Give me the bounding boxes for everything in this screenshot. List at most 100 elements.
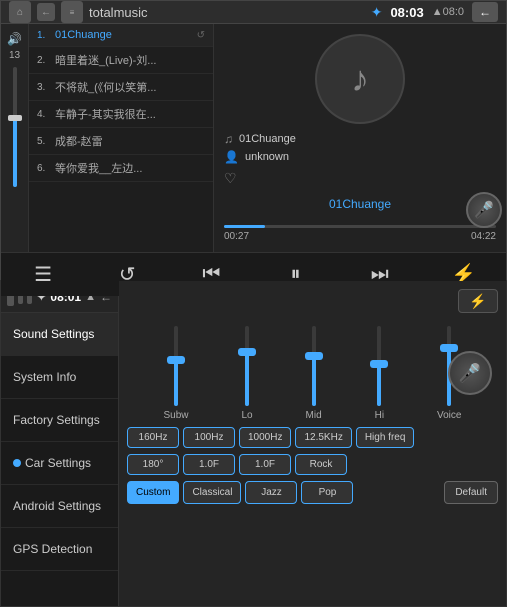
sidebar-item-car-settings[interactable]: Car Settings bbox=[1, 442, 118, 485]
sidebar-item-sound-settings[interactable]: Sound Settings bbox=[1, 313, 118, 356]
mic-icon: 🎤 bbox=[474, 200, 494, 220]
lo-slider[interactable] bbox=[245, 326, 249, 406]
album-art: ♪ bbox=[315, 34, 405, 124]
track-title: 01Chuange bbox=[55, 29, 112, 41]
val-btn-180[interactable]: 180° bbox=[127, 454, 179, 475]
subw-slider[interactable] bbox=[174, 326, 178, 406]
track-index: 5. bbox=[37, 136, 51, 147]
hi-label: Hi bbox=[375, 410, 384, 421]
preset-btn-custom[interactable]: Custom bbox=[127, 481, 179, 504]
preset-btn-jazz[interactable]: Jazz bbox=[245, 481, 297, 504]
playlist: 1. 01Chuange ↺ 2. 暗里着迷_(Live)-刘... 3. 不将… bbox=[29, 24, 214, 252]
track-index: 4. bbox=[37, 109, 51, 120]
lo-thumb[interactable] bbox=[238, 348, 256, 356]
freq-btn-highfreq[interactable]: High freq bbox=[356, 427, 415, 448]
settings-mic-icon: 🎤 bbox=[459, 363, 481, 384]
hi-fill bbox=[377, 366, 381, 406]
lo-label: Lo bbox=[241, 410, 252, 421]
main-content: 🔊 13 1. 01Chuange ↺ 2. 暗里着迷_(Live)-刘... … bbox=[1, 24, 506, 252]
settings-top-row: ⚡ bbox=[127, 289, 498, 313]
track-index: 6. bbox=[37, 163, 51, 174]
car-settings-dot bbox=[13, 459, 21, 467]
preset-btn-classical[interactable]: Classical bbox=[183, 481, 241, 504]
list-item[interactable]: 3. 不将就_(《何以笑第... bbox=[29, 74, 213, 101]
progress-times: 00:27 04:22 bbox=[224, 231, 496, 242]
heart-row[interactable]: ♡ bbox=[224, 168, 496, 187]
note-icon: ♫ bbox=[224, 132, 233, 146]
sidebar-item-android-settings[interactable]: Android Settings bbox=[1, 485, 118, 528]
freq-btn-1000hz[interactable]: 1000Hz bbox=[239, 427, 291, 448]
eq-channel-hi: Hi bbox=[375, 321, 384, 421]
sidebar-item-factory-settings[interactable]: Factory Settings bbox=[1, 399, 118, 442]
eq-channel-subw: Subw bbox=[163, 321, 188, 421]
mid-slider[interactable] bbox=[312, 326, 316, 406]
heart-icon[interactable]: ♡ bbox=[224, 170, 237, 187]
track-title: 不将就_(《何以笑第... bbox=[55, 79, 156, 95]
mic-button[interactable]: 🎤 bbox=[466, 192, 502, 228]
freq-btn-125khz[interactable]: 12.5KHz bbox=[295, 427, 351, 448]
app-icon[interactable]: ≡ bbox=[61, 1, 83, 23]
volume-sidebar: 🔊 13 bbox=[1, 24, 29, 252]
val-btn-1f-2[interactable]: 1.0F bbox=[239, 454, 291, 475]
val-buttons: 180° 1.0F 1.0F Rock bbox=[127, 454, 498, 475]
total-time: 04:22 bbox=[471, 231, 496, 242]
volume-slider[interactable] bbox=[13, 67, 17, 187]
person-icon: 👤 bbox=[224, 150, 239, 164]
artist-name: unknown bbox=[245, 151, 289, 163]
track-index: 1. bbox=[37, 30, 51, 41]
home-icon[interactable]: ⌂ bbox=[9, 1, 31, 23]
voice-thumb[interactable] bbox=[440, 344, 458, 352]
volume-icon: 🔊 bbox=[7, 32, 22, 46]
subw-thumb[interactable] bbox=[167, 356, 185, 364]
bluetooth-icon: ✦ bbox=[371, 4, 383, 21]
preset-buttons: Custom Classical Jazz Pop Default bbox=[127, 481, 498, 504]
music-player-panel: ⌂ ← ≡ totalmusic ✦ 08:03 ▲08:0 ← 🔊 13 1.… bbox=[0, 0, 507, 280]
refresh-icon: ↺ bbox=[197, 30, 205, 41]
default-button[interactable]: Default bbox=[444, 481, 498, 504]
eq-channel-mid: Mid bbox=[306, 321, 322, 421]
track-name-row: ♫ 01Chuange bbox=[224, 132, 496, 146]
subw-fill bbox=[174, 362, 178, 406]
track-info: ♫ 01Chuange 👤 unknown ♡ bbox=[224, 132, 496, 191]
artist-row: 👤 unknown bbox=[224, 150, 496, 164]
signal-icon: ▲08:0 bbox=[432, 6, 464, 18]
progress-bar[interactable]: 00:27 04:22 bbox=[224, 225, 496, 242]
volume-thumb[interactable] bbox=[8, 115, 22, 121]
hi-slider[interactable] bbox=[377, 326, 381, 406]
back-small-icon[interactable]: ← bbox=[37, 3, 55, 21]
list-icon: ☰ bbox=[34, 262, 52, 287]
list-item[interactable]: 4. 车静子-其实我很在... bbox=[29, 101, 213, 128]
track-title: 车静子-其实我很在... bbox=[55, 106, 156, 122]
settings-mic-button[interactable]: 🎤 bbox=[448, 351, 492, 395]
val-btn-1f-1[interactable]: 1.0F bbox=[183, 454, 235, 475]
track-title-main: 01Chuange bbox=[329, 197, 391, 211]
mid-fill bbox=[312, 358, 316, 406]
mid-thumb[interactable] bbox=[305, 352, 323, 360]
list-item[interactable]: 2. 暗里着迷_(Live)-刘... bbox=[29, 47, 213, 74]
playlist-button[interactable]: ☰ bbox=[21, 253, 65, 297]
hi-thumb[interactable] bbox=[370, 360, 388, 368]
sidebar-item-gps-detection[interactable]: GPS Detection bbox=[1, 528, 118, 571]
val-btn-rock[interactable]: Rock bbox=[295, 454, 347, 475]
top-bar: ⌂ ← ≡ totalmusic ✦ 08:03 ▲08:0 ← bbox=[1, 1, 506, 24]
freq-btn-100hz[interactable]: 100Hz bbox=[183, 427, 235, 448]
track-index: 2. bbox=[37, 55, 51, 66]
back-button[interactable]: ← bbox=[472, 2, 498, 22]
list-item[interactable]: 6. 等你爱我__左边... bbox=[29, 155, 213, 182]
sidebar-item-system-info[interactable]: System Info bbox=[1, 356, 118, 399]
preset-btn-pop[interactable]: Pop bbox=[301, 481, 353, 504]
eq-toggle-icon: ⚡ bbox=[469, 293, 486, 310]
mid-label: Mid bbox=[306, 410, 322, 421]
list-item[interactable]: 1. 01Chuange ↺ bbox=[29, 24, 213, 47]
list-item[interactable]: 5. 成都-赵雷 bbox=[29, 128, 213, 155]
eq-sliders: Subw Lo Mid bbox=[127, 321, 498, 421]
progress-fill bbox=[224, 225, 265, 228]
volume-value: 13 bbox=[9, 50, 20, 61]
now-playing-panel: ♪ ♫ 01Chuange 👤 unknown ♡ 01Chuange bbox=[214, 24, 506, 252]
eq-toggle-button[interactable]: ⚡ bbox=[458, 289, 498, 313]
subw-label: Subw bbox=[163, 410, 188, 421]
track-name: 01Chuange bbox=[239, 133, 296, 145]
time-display: 08:03 bbox=[390, 5, 423, 20]
settings-main: ⚡ Subw Lo bbox=[119, 281, 506, 606]
freq-btn-160hz[interactable]: 160Hz bbox=[127, 427, 179, 448]
